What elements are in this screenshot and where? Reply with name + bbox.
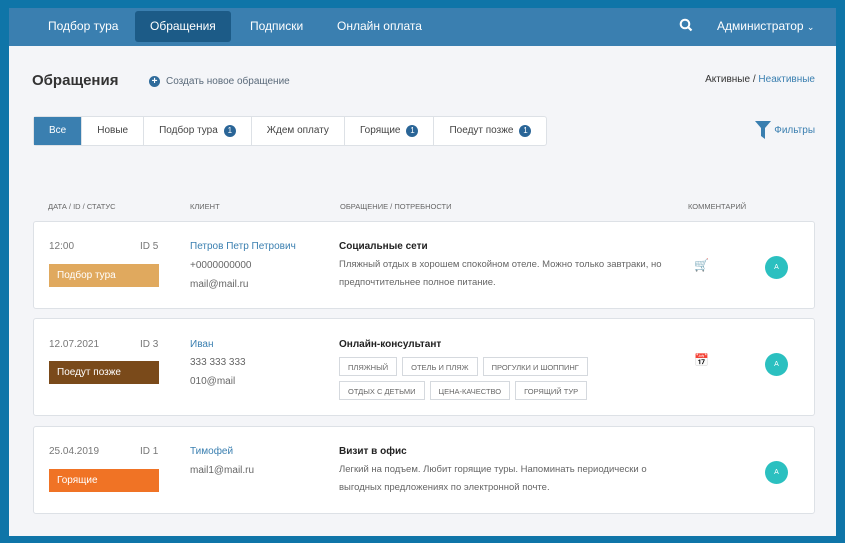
tag: Горящий тур	[515, 381, 588, 400]
table-row[interactable]: 12.07.2021 ID 3 Поедут позже Иван 333 33…	[33, 318, 815, 416]
client-name[interactable]: Петров Петр Петрович	[190, 241, 296, 252]
row-date: 12.07.2021	[49, 339, 100, 350]
app-frame: Подбор тура Обращения Подписки Онлайн оп…	[9, 8, 836, 536]
count-badge: 1	[519, 125, 532, 137]
active-link[interactable]: Активные	[705, 74, 750, 85]
tab-label: Новые	[97, 125, 129, 136]
tab-label: Все	[49, 125, 67, 136]
tag: Отдых с детьми	[339, 381, 425, 400]
request-title: Онлайн-консультант	[339, 339, 442, 350]
client-email: 010@mail	[190, 376, 236, 387]
tab-new[interactable]: Новые	[82, 117, 145, 145]
tag: Пляжный	[339, 357, 398, 376]
avatar[interactable]: A	[765, 461, 788, 484]
request-title: Социальные сети	[339, 241, 428, 252]
nav-online-payment[interactable]: Онлайн оплата	[322, 11, 437, 42]
active-toggle: Активные / Неактивные	[705, 74, 815, 85]
header-request: Обращение / Потребности	[340, 202, 452, 211]
search-icon[interactable]	[679, 18, 693, 32]
row-date: 12:00	[49, 241, 75, 252]
tab-hot[interactable]: Горящие 1	[345, 117, 435, 145]
tag: Прогулки и шоппинг	[482, 357, 588, 376]
client-name[interactable]: Тимофей	[190, 446, 233, 457]
chevron-down-icon: ⌄	[806, 22, 815, 32]
tab-awaiting-payment[interactable]: Ждем оплату	[252, 117, 345, 145]
create-request-button[interactable]: + Создать новое обращение	[149, 76, 290, 87]
filters-button[interactable]: Фильтры	[755, 121, 815, 139]
count-badge: 1	[406, 125, 419, 137]
inactive-link[interactable]: Неактивные	[758, 74, 815, 85]
tab-all[interactable]: Все	[34, 117, 83, 145]
plus-circle-icon: +	[149, 76, 160, 87]
header-comment: Комментарий	[688, 202, 747, 211]
filters-label: Фильтры	[774, 124, 815, 136]
tab-later[interactable]: Поедут позже 1	[434, 117, 546, 145]
avatar[interactable]: A	[765, 353, 788, 376]
client-phone: 333 333 333	[190, 357, 246, 368]
tab-label: Ждем оплату	[266, 125, 329, 136]
tab-label: Горящие	[359, 125, 401, 136]
tab-label: Поедут позже	[449, 125, 514, 136]
calendar-icon[interactable]: 📅	[694, 353, 709, 367]
user-name: Администратор	[717, 19, 804, 33]
avatar[interactable]: A	[765, 256, 788, 279]
create-label: Создать новое обращение	[166, 76, 290, 87]
table-row[interactable]: 25.04.2019 ID 1 Горящие Тимофей mail1@ma…	[33, 426, 815, 514]
client-email: mail@mail.ru	[190, 279, 249, 290]
request-description: Легкий на подъем. Любит горящие туры. На…	[339, 464, 647, 493]
top-nav: Подбор тура Обращения Подписки Онлайн оп…	[9, 8, 836, 46]
count-badge: 1	[223, 125, 236, 137]
client-phone: +0000000000	[190, 260, 252, 271]
status-badge: Горящие	[49, 469, 159, 492]
nav-tour-selection[interactable]: Подбор тура	[33, 11, 133, 42]
row-id: ID 5	[140, 241, 159, 252]
needs-tags: Пляжный Отель и пляж Прогулки и шоппинг …	[339, 357, 639, 400]
user-menu[interactable]: Администратор ⌄	[717, 11, 814, 43]
nav-requests[interactable]: Обращения	[135, 11, 231, 42]
status-badge: Поедут позже	[49, 361, 159, 384]
header-client: Клиент	[190, 202, 220, 211]
filter-tabs: Все Новые Подбор тура 1 Ждем оплату Горящ…	[33, 116, 548, 146]
row-date: 25.04.2019	[49, 446, 100, 457]
client-name[interactable]: Иван	[190, 339, 213, 350]
tag: Отель и пляж	[402, 357, 478, 376]
filter-icon	[755, 121, 772, 139]
row-id: ID 3	[140, 339, 159, 350]
table-row[interactable]: 12:00 ID 5 Подбор тура Петров Петр Петро…	[33, 221, 815, 309]
client-email: mail1@mail.ru	[190, 465, 255, 476]
page-title: Обращения	[32, 72, 119, 89]
tab-label: Подбор тура	[159, 125, 218, 136]
header-date: Дата / ID / Статус	[48, 202, 116, 211]
tab-tour-selection[interactable]: Подбор тура 1	[144, 117, 252, 145]
nav-subscriptions[interactable]: Подписки	[235, 11, 318, 42]
tag: Цена-качество	[429, 381, 511, 400]
request-title: Визит в офис	[339, 446, 407, 457]
cart-icon[interactable]: 🛒	[694, 258, 709, 272]
status-badge: Подбор тура	[49, 264, 159, 287]
row-id: ID 1	[140, 446, 159, 457]
request-description: Пляжный отдых в хорошем спокойном отеле.…	[339, 259, 662, 288]
